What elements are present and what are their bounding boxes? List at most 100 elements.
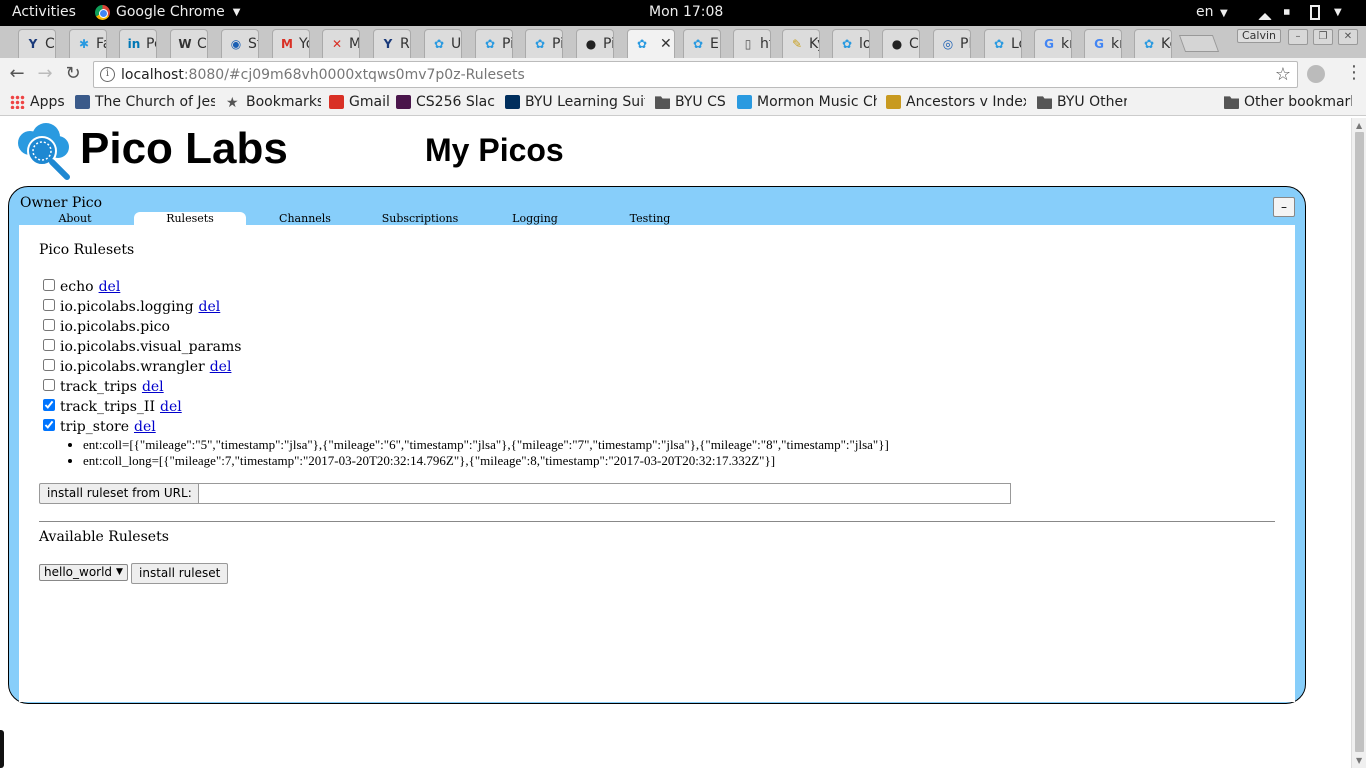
system-tray[interactable]: ▼ [1258,4,1342,20]
ruleset-checkbox[interactable] [43,419,55,431]
scroll-up-icon[interactable]: ▲ [1356,121,1362,130]
folder-icon [1037,96,1052,109]
address-bar[interactable]: i localhost:8080/#cj09m68vh0000xtqws0mv7… [93,61,1298,88]
tab-title: Yo [299,36,309,52]
bookmark-star-icon[interactable]: ☆ [1275,64,1291,85]
browser-tab[interactable]: ✿ lo [832,29,870,58]
browser-tab[interactable]: ● Pi [576,29,614,58]
delete-ruleset-link[interactable]: del [160,399,182,415]
delete-ruleset-link[interactable]: del [134,419,156,435]
available-rulesets-select[interactable]: hello_world ▼ [39,564,128,581]
ruleset-name: track_trips_II [60,399,155,415]
bookmark-folder[interactable]: BYU Other [1037,94,1127,110]
bookmark-music[interactable]: Mormon Music Cha [737,94,877,110]
bookmark-site[interactable]: The Church of Jesu [75,94,215,110]
music-icon [737,95,752,109]
browser-tab[interactable]: ✱ Fa [69,29,107,58]
browser-tab[interactable]: ✎ Ky [782,29,820,58]
browser-tab[interactable]: in Pe [119,29,157,58]
ruleset-checkbox[interactable] [43,319,55,331]
chrome-icon [95,4,110,20]
profile-button[interactable]: Calvin [1237,29,1282,43]
wifi-icon [1258,6,1272,20]
browser-tab[interactable]: W Cl [170,29,208,58]
minimize-button[interactable]: – [1288,29,1308,45]
browser-tab[interactable]: ✿ Pi [525,29,563,58]
tab-favicon-icon: ▯ [744,37,752,51]
browser-tab[interactable]: ✿ Ke [1134,29,1172,58]
tab-favicon-icon: ● [891,37,903,51]
ruleset-checkbox[interactable] [43,339,55,351]
extension-icon[interactable] [1307,65,1325,83]
browser-tab[interactable]: Y Re [373,29,411,58]
tab-close-icon[interactable]: ✕ [660,36,672,52]
browser-tab[interactable]: ◉ St [221,29,259,58]
bookmark-apps[interactable]: Apps [10,94,65,110]
bookmark-byu[interactable]: BYU Learning Suite [505,94,645,110]
clock[interactable]: Mon 17:08 [649,4,723,20]
browser-tab[interactable]: ✿ Er [683,29,721,58]
delete-ruleset-link[interactable]: del [199,299,221,315]
ruleset-url-input[interactable] [198,483,1011,504]
ruleset-row: io.picolabs.pico [43,317,889,337]
pico-tab-subscriptions[interactable]: Subscriptions [364,212,476,226]
pico-tab-testing[interactable]: Testing [594,212,706,226]
browser-tab[interactable]: ✕ M [322,29,360,58]
forward-button[interactable]: → [35,64,55,84]
gmail-icon [329,95,344,109]
reload-button[interactable]: ↻ [63,64,83,84]
browser-tab-active[interactable]: ✿ ✕ [627,29,675,58]
activities-button[interactable]: Activities [12,4,76,20]
browser-tab[interactable]: ✿ Pi [475,29,513,58]
ruleset-name: trip_store [60,419,129,435]
browser-tab[interactable]: ✿ Us [424,29,462,58]
ruleset-name: echo [60,279,94,295]
page-scrollbar[interactable]: ▲ ▼ [1351,118,1366,768]
new-tab-button[interactable] [1178,35,1220,52]
bookmark-anc[interactable]: Ancestors v Indexe [886,94,1026,110]
scrollbar-thumb[interactable] [1355,132,1364,752]
tab-title: kr [1061,36,1071,52]
app-menu[interactable]: Google Chrome ▼ [95,4,240,20]
browser-tab[interactable]: Y Ca [18,29,56,58]
info-icon[interactable]: i [100,67,115,82]
tab-favicon-icon: ◉ [230,37,242,51]
browser-tab[interactable]: M Yo [272,29,310,58]
browser-tab[interactable]: Gkr [1034,29,1072,58]
back-button[interactable]: ← [7,64,27,84]
browser-tab[interactable]: ✿ Lo [984,29,1022,58]
browser-tab[interactable]: ▯ ht [733,29,771,58]
bookmark-slack[interactable]: CS256 Slack [396,94,496,110]
tab-title: Pi [603,36,614,52]
delete-ruleset-link[interactable]: del [142,379,164,395]
ruleset-checkbox[interactable] [43,359,55,371]
tab-favicon-icon: ✿ [841,37,853,51]
install-from-url-button[interactable]: install ruleset from URL: [39,483,200,504]
install-ruleset-button[interactable]: install ruleset [131,563,229,584]
pico-tab-logging[interactable]: Logging [479,212,591,226]
bookmark-folder[interactable]: Other bookmarks [1224,94,1352,110]
delete-ruleset-link[interactable]: del [210,359,232,375]
browser-tab[interactable]: Gkr [1084,29,1122,58]
close-window-button[interactable]: ✕ [1338,29,1358,45]
ruleset-checkbox[interactable] [43,379,55,391]
bookmark-folder[interactable]: BYU CS [655,94,726,110]
chrome-menu-icon[interactable]: ⋮ [1345,64,1363,82]
collapse-button[interactable]: – [1273,197,1295,217]
pico-tab-about[interactable]: About [19,212,131,226]
bookmark-gmail[interactable]: Gmail [329,94,390,110]
browser-tab[interactable]: ◎ Pl [933,29,971,58]
tab-title: Pi [552,36,563,52]
ruleset-checkbox[interactable] [43,279,55,291]
browser-tab[interactable]: ● Cl [882,29,920,58]
bookmark-star[interactable]: ★ Bookmarks [226,94,321,110]
pico-tab-channels[interactable]: Channels [249,212,361,226]
ruleset-checkbox[interactable] [43,399,55,411]
pico-tab-rulesets[interactable]: Rulesets [134,212,246,225]
maximize-button[interactable]: ❐ [1313,29,1333,45]
caret-down-icon: ▼ [232,6,241,18]
scroll-down-icon[interactable]: ▼ [1356,756,1362,765]
ruleset-checkbox[interactable] [43,299,55,311]
input-language[interactable]: en ▼ [1196,4,1228,20]
delete-ruleset-link[interactable]: del [99,279,121,295]
